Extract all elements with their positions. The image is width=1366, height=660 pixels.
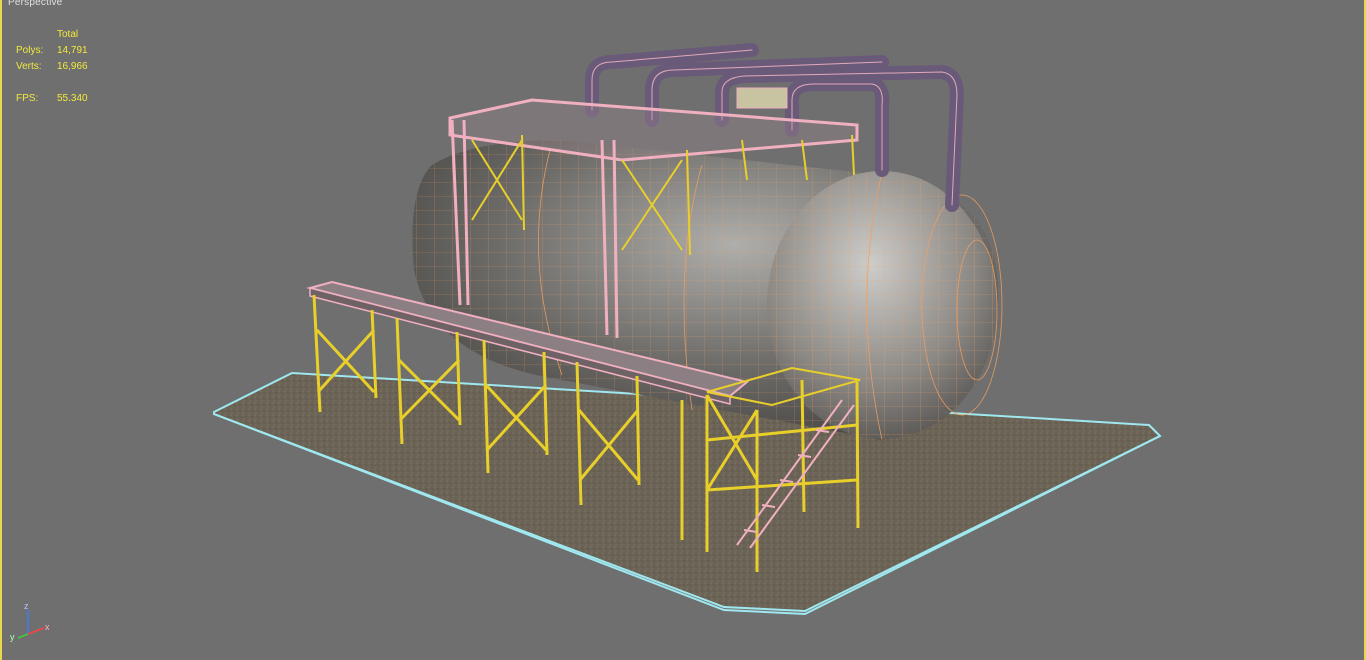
fps-row: FPS: 55.340 <box>16 91 88 107</box>
stats-header: Total <box>57 29 79 40</box>
verts-label: Verts: <box>16 61 42 72</box>
fps-label: FPS: <box>16 93 39 104</box>
scene-render[interactable] <box>2 0 1366 660</box>
axis-tripod-icon: z x y <box>10 601 50 642</box>
polys-label: Polys: <box>16 45 44 56</box>
viewport-label[interactable]: Perspective <box>8 0 62 8</box>
axis-z-label: z <box>24 601 29 611</box>
axis-x-label: x <box>45 622 50 632</box>
polys-row: Polys: 14,791 <box>16 43 88 59</box>
fps-value: 55.340 <box>57 93 88 104</box>
perspective-viewport[interactable]: Perspective Total Polys: 14,791 Verts: 1… <box>0 0 1366 660</box>
polys-value: 14,791 <box>57 45 88 56</box>
ground-slab <box>213 371 1162 616</box>
verts-row: Verts: 16,966 <box>16 59 88 75</box>
viewport-statistics: Total Polys: 14,791 Verts: 16,966 FPS: 5… <box>16 27 88 107</box>
axis-y-label: y <box>10 632 15 642</box>
stats-spacer <box>16 75 88 91</box>
verts-value: 16,966 <box>57 61 88 72</box>
